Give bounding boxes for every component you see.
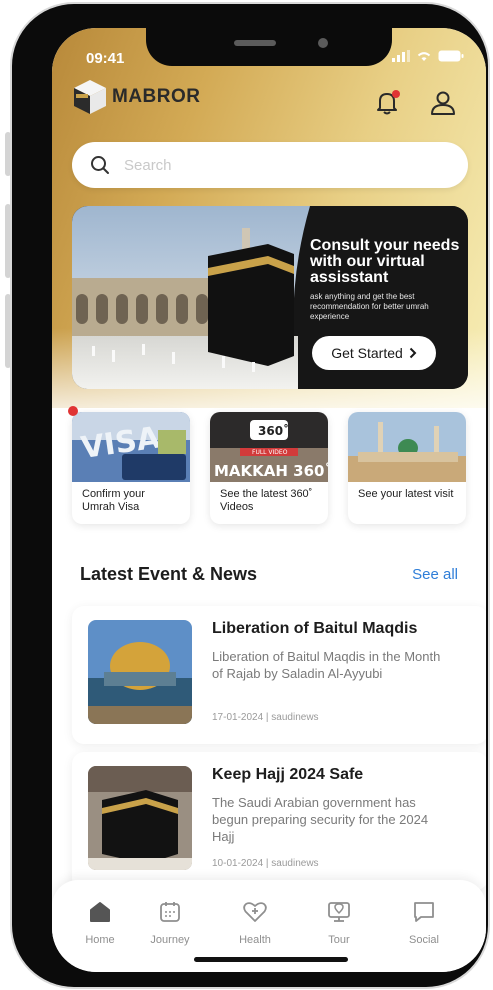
search-input[interactable]: Search (124, 157, 172, 174)
news-title: Liberation of Baitul Maqdis (212, 620, 418, 637)
news-description: Liberation of Baitul Maqdis in the Month… (212, 649, 441, 681)
assistant-banner[interactable]: Consult your needs with our virtual assi… (72, 206, 468, 389)
profile-button[interactable] (428, 88, 458, 118)
home-icon (90, 902, 110, 922)
news-title: Keep Hajj 2024 Safe (212, 766, 364, 783)
news-description: The Saudi Arabian government has begun p… (212, 795, 429, 844)
device-side-button (5, 204, 11, 278)
makkah-360-text: MAKKAH 360˚ (214, 462, 328, 480)
monitor-location-icon (328, 902, 350, 922)
latest-visit-label: See your latest visit (358, 488, 454, 500)
phone-frame: 09:41 MABROR Search Consult your needs w… (12, 4, 488, 987)
nav-label: Health (239, 934, 271, 946)
notification-button[interactable] (372, 88, 402, 118)
badge-360-text: 360˚ (258, 423, 289, 438)
app-screen: 09:41 MABROR Search Consult your needs w… (52, 28, 486, 972)
brand-name: MABROR (112, 86, 201, 107)
mosque-image (348, 412, 466, 482)
visa-image: VISA (72, 412, 190, 482)
makkah-360-image: 360˚ FULL VIDEO MAKKAH 360˚ (210, 412, 328, 482)
chevron-right-icon (409, 347, 417, 359)
videos-360-card[interactable]: 360˚ FULL VIDEO MAKKAH 360˚ See the late… (210, 412, 328, 524)
banner-subtitle: ask anything and get the best recommenda… (310, 292, 429, 321)
nav-tour[interactable]: Tour (309, 898, 369, 946)
news-section-title: Latest Event & News (80, 564, 258, 584)
chat-icon (414, 902, 434, 922)
notification-dot (392, 90, 400, 98)
latest-visit-card[interactable]: See your latest visit (348, 412, 466, 524)
nav-social[interactable]: Social (394, 898, 454, 946)
videos-360-label: See the latest 360˚ Videos (220, 488, 313, 513)
device-notch (146, 28, 392, 66)
full-video-text: FULL VIDEO (252, 449, 288, 456)
visa-card-label: Confirm your Umrah Visa (82, 488, 145, 513)
news-card[interactable]: Liberation of Baitul Maqdis Liberation o… (72, 606, 486, 744)
nav-health[interactable]: Health (225, 898, 285, 946)
news-meta: 10-01-2024 | saudinews (212, 858, 319, 869)
visa-card[interactable]: VISA Confirm your Umrah Visa (68, 406, 190, 524)
get-started-button[interactable]: Get Started (312, 336, 436, 370)
dome-of-rock-image (88, 620, 192, 724)
home-indicator[interactable] (194, 957, 348, 962)
search-icon (91, 156, 109, 174)
get-started-label: Get Started (331, 345, 403, 361)
cube-logo-icon (74, 80, 106, 114)
nav-home[interactable]: Home (70, 898, 130, 946)
status-icons (392, 50, 464, 62)
visa-alert-dot (68, 406, 78, 416)
status-time: 09:41 (86, 50, 125, 67)
nav-label: Home (85, 934, 115, 946)
kaaba-crowd-image (88, 766, 192, 870)
user-icon (431, 91, 455, 115)
device-side-button (5, 132, 11, 176)
nav-label: Social (409, 934, 439, 946)
news-card[interactable]: Keep Hajj 2024 Safe The Saudi Arabian go… (72, 752, 486, 890)
nav-label: Journey (150, 934, 190, 946)
search-bar[interactable]: Search (72, 142, 468, 188)
news-meta: 17-01-2024 | saudinews (212, 712, 319, 723)
wifi-icon (417, 52, 431, 61)
brand-logo: MABROR (72, 78, 201, 116)
calendar-icon (160, 902, 180, 922)
device-side-button (5, 294, 11, 368)
nav-journey[interactable]: Journey (140, 898, 200, 946)
heart-plus-icon (243, 902, 267, 922)
signal-icon (392, 50, 410, 62)
banner-title: Consult your needs with our virtual assi… (310, 237, 460, 286)
bottom-navigation: Home Journey Health Tour Social (52, 880, 486, 972)
battery-icon (438, 50, 464, 62)
see-all-link[interactable]: See all (412, 566, 458, 583)
nav-label: Tour (328, 934, 350, 946)
